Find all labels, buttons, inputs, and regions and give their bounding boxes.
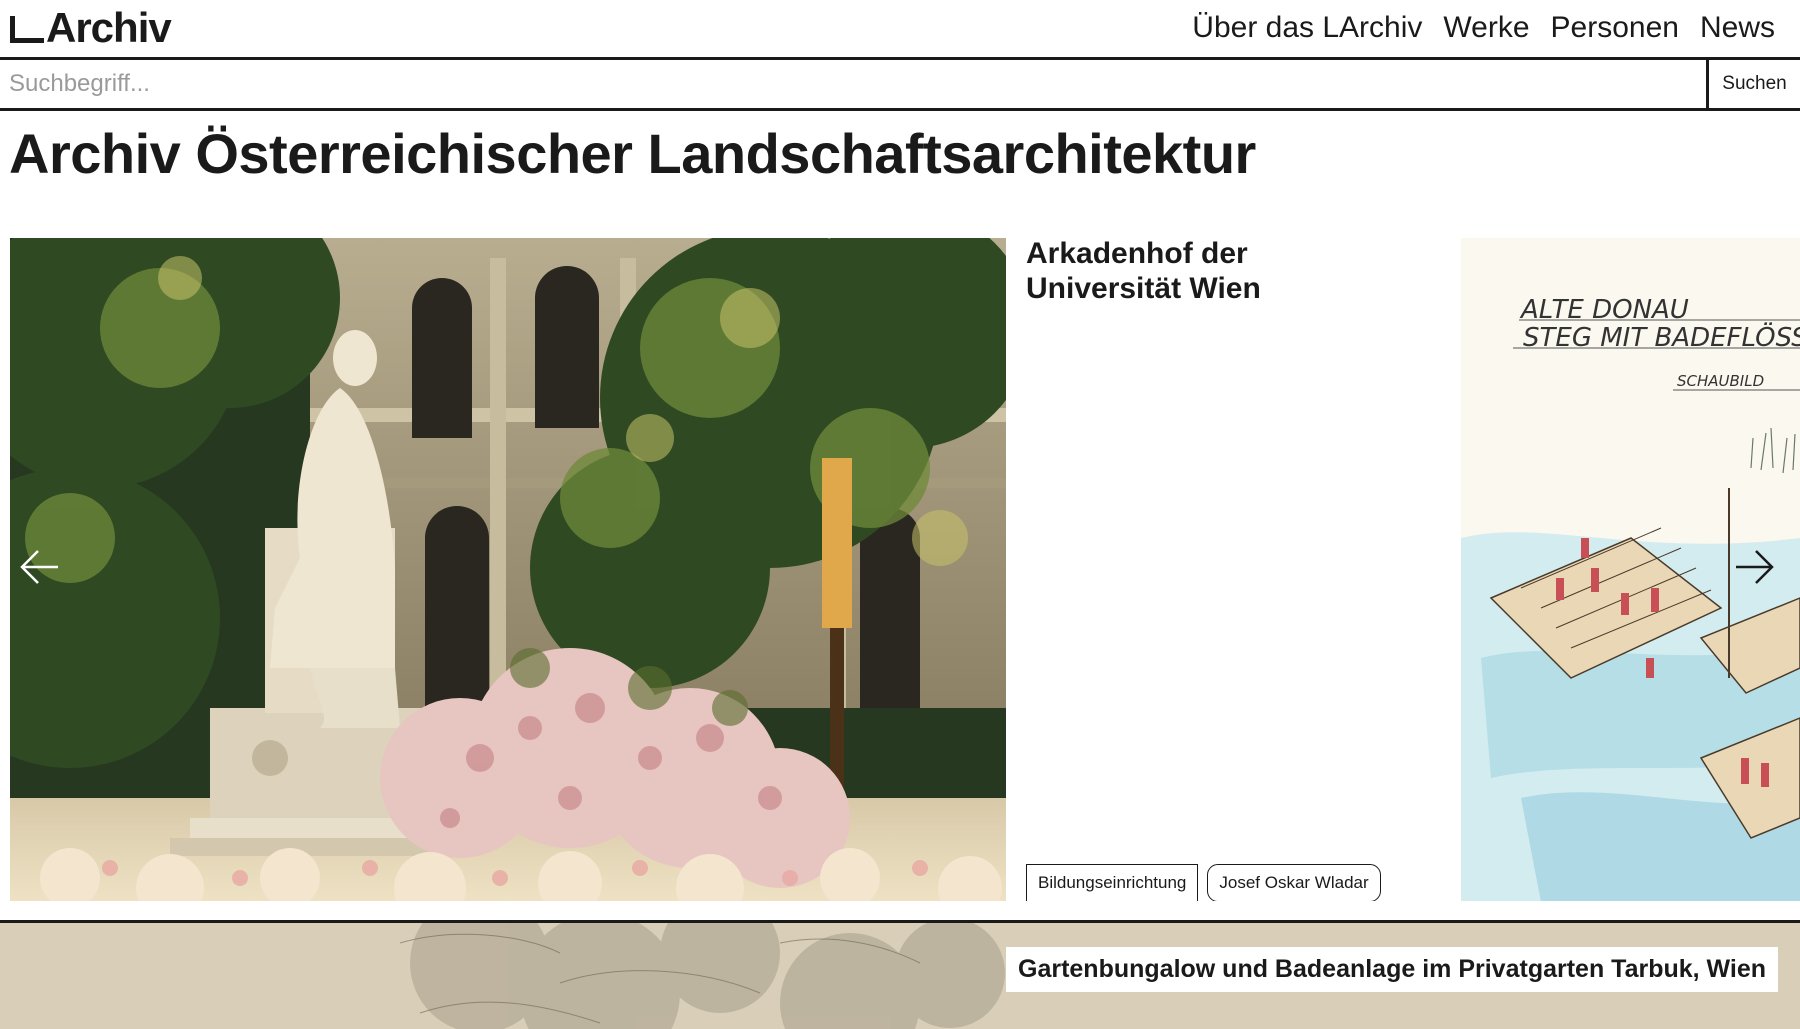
arrow-right-icon[interactable] [1732, 544, 1778, 590]
logo[interactable]: Archiv [10, 4, 172, 51]
tag-bildungseinrichtung[interactable]: Bildungseinrichtung [1026, 864, 1199, 901]
arrow-left-icon[interactable] [16, 544, 62, 590]
nav-item-personen[interactable]: Personen [1551, 8, 1679, 48]
logo-text: Archiv [46, 4, 172, 51]
slide-tags: Bildungseinrichtung Josef Oskar Wladar [1026, 864, 1381, 901]
sketch-line-2: STEG MIT BADEFLÖSS [1523, 321, 1800, 353]
sketch-line-3: SCHAUBILD [1677, 372, 1764, 390]
logo-mark-icon [10, 16, 44, 43]
featured-strip[interactable]: Gartenbungalow und Badeanlage im Privatg… [0, 920, 1800, 1029]
featured-caption[interactable]: Gartenbungalow und Badeanlage im Privatg… [1006, 947, 1779, 992]
carousel: Arkadenhof der Universität Wien Bildungs… [0, 230, 1800, 901]
slide-image-arkadenhof[interactable] [10, 238, 1006, 901]
tag-josef-oskar-wladar[interactable]: Josef Oskar Wladar [1207, 864, 1381, 901]
nav-item-ueber[interactable]: Über das LArchiv [1192, 8, 1422, 48]
arkadenhof-photo [10, 238, 1006, 901]
search-button[interactable]: Suchen [1706, 60, 1800, 108]
site-header: Archiv Über das LArchiv Werke Personen N… [0, 0, 1800, 60]
nav-item-werke[interactable]: Werke [1443, 8, 1529, 48]
main-nav: Über das LArchiv Werke Personen News [1192, 8, 1775, 48]
search-bar: Suchen [0, 60, 1800, 111]
slide-title[interactable]: Arkadenhof der Universität Wien [1026, 236, 1366, 306]
nav-item-news[interactable]: News [1700, 8, 1775, 48]
sketch-line-1: ALTE DONAU [1519, 295, 1689, 325]
page-title: Archiv Österreichischer Landschaftsarchi… [9, 122, 1256, 185]
search-input[interactable] [0, 60, 1706, 108]
